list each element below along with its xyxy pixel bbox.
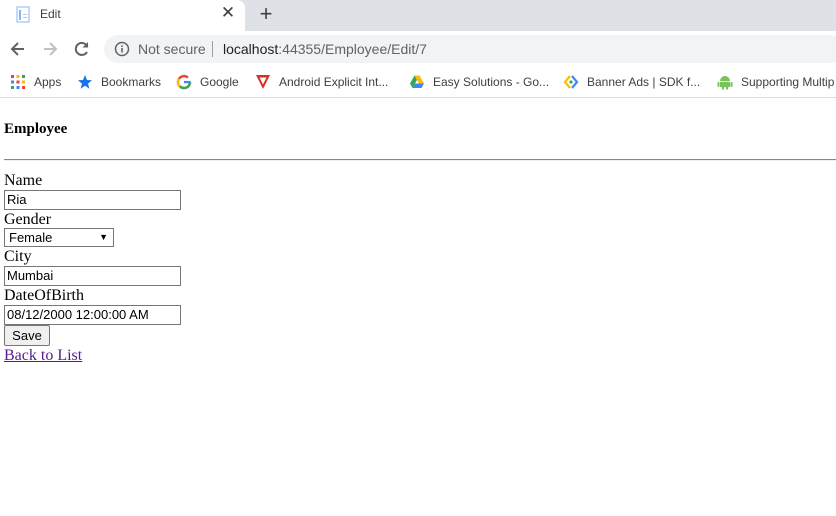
google-icon xyxy=(176,74,192,90)
drive-icon xyxy=(409,74,425,90)
dropdown-arrow-icon: ▼ xyxy=(99,232,108,242)
android-icon xyxy=(717,74,733,90)
bookmark-label: Android Explicit Int... xyxy=(279,75,389,89)
star-icon xyxy=(77,74,93,90)
dob-label: DateOfBirth xyxy=(4,287,84,304)
dob-input[interactable] xyxy=(4,305,181,325)
name-input[interactable] xyxy=(4,190,181,210)
apps-grid-icon xyxy=(10,74,26,90)
info-icon[interactable] xyxy=(114,41,130,57)
bookmarks-bar: Apps Bookmarks Google Android Explicit I… xyxy=(0,67,836,98)
tab-title: Edit xyxy=(40,7,61,21)
page-title: Employee xyxy=(4,121,68,137)
back-arrow-icon[interactable] xyxy=(8,39,28,59)
bookmark-label: Easy Solutions - Go... xyxy=(433,75,550,89)
gender-select[interactable]: Female ▼ xyxy=(4,228,114,247)
new-tab-icon[interactable]: + xyxy=(256,3,276,25)
bookmark-label: Supporting Multip xyxy=(741,75,835,89)
forward-arrow-icon[interactable] xyxy=(40,39,60,59)
bookmark-label: Banner Ads | SDK f... xyxy=(587,75,701,89)
city-input[interactable] xyxy=(4,266,181,286)
browser-toolbar: Not secure localhost:44355/Employee/Edit… xyxy=(0,31,836,67)
bookmark-label: Apps xyxy=(34,75,62,89)
bookmark-label: Google xyxy=(200,75,239,89)
document-icon xyxy=(16,6,30,23)
tab-strip: Edit ✕ + xyxy=(0,0,836,31)
gender-selected-value: Female xyxy=(9,230,53,245)
divider xyxy=(4,159,836,161)
tab-edit[interactable]: Edit ✕ xyxy=(0,0,245,31)
android-explicit-icon xyxy=(255,74,271,90)
save-button[interactable]: Save xyxy=(4,325,50,346)
close-tab-icon[interactable]: ✕ xyxy=(220,4,236,21)
url-text[interactable]: localhost:44355/Employee/Edit/7 xyxy=(223,41,427,57)
page-content: Employee Name Gender Female ▼ City DateO… xyxy=(0,98,836,516)
address-bar[interactable]: Not secure localhost:44355/Employee/Edit… xyxy=(104,35,836,63)
omnibox-divider xyxy=(212,41,213,57)
name-label: Name xyxy=(4,172,43,189)
city-label: City xyxy=(4,248,32,265)
url-path: :44355/Employee/Edit/7 xyxy=(278,41,427,57)
gender-label: Gender xyxy=(4,211,52,228)
security-status[interactable]: Not secure xyxy=(138,41,206,57)
reload-icon[interactable] xyxy=(72,39,92,59)
bookmark-label: Bookmarks xyxy=(101,75,162,89)
url-host: localhost xyxy=(223,41,279,57)
ads-icon xyxy=(563,74,579,90)
back-to-list-link[interactable]: Back to List xyxy=(4,347,82,365)
